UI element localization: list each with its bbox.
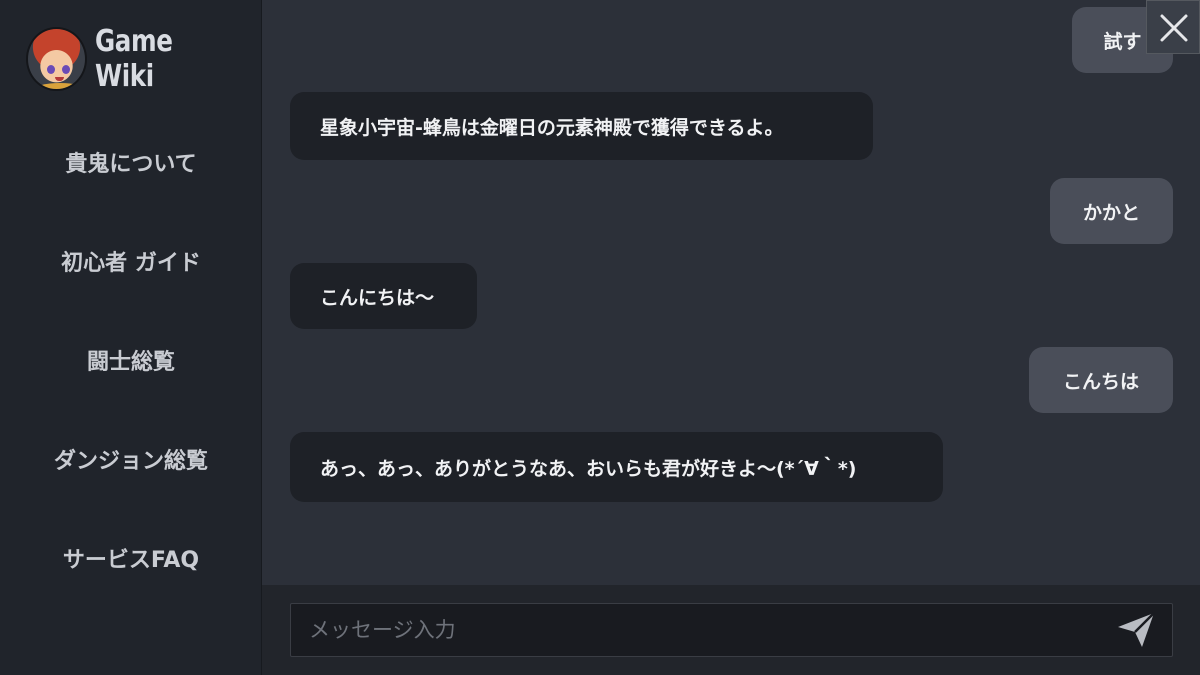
app-logo[interactable]: Game Wiki xyxy=(26,18,261,100)
sidebar-item-service-faq[interactable]: サービスFAQ xyxy=(0,542,262,574)
close-icon xyxy=(1160,14,1188,42)
user-message: かかと xyxy=(1050,178,1173,244)
bot-message: こんにちは〜 xyxy=(290,263,477,329)
app-title: Game Wiki xyxy=(94,24,173,94)
send-icon xyxy=(1118,612,1155,647)
bot-message: 星象小宇宙-蜂鳥は金曜日の元素神殿で獲得できるよ。 xyxy=(290,92,873,160)
user-message: こんちは xyxy=(1029,347,1173,413)
avatar-icon xyxy=(26,27,87,91)
bot-message: あっ、あっ、ありがとうなあ、おいらも君が好きよ〜(*´∀｀*) xyxy=(290,432,943,502)
sidebar-item-about-kiki[interactable]: 貴鬼について xyxy=(0,146,262,178)
message-input[interactable] xyxy=(290,603,1173,657)
sidebar-item-beginner-guide[interactable]: 初心者 ガイド xyxy=(0,245,262,277)
sidebar: Game Wiki 貴鬼について 初心者 ガイド 闘士総覧 ダンジョン総覧 サー… xyxy=(0,0,262,675)
sidebar-item-dungeons[interactable]: ダンジョン総覧 xyxy=(0,443,262,475)
sidebar-item-fighters[interactable]: 闘士総覧 xyxy=(0,344,262,376)
send-button[interactable] xyxy=(1114,610,1158,650)
close-button[interactable] xyxy=(1146,0,1200,54)
